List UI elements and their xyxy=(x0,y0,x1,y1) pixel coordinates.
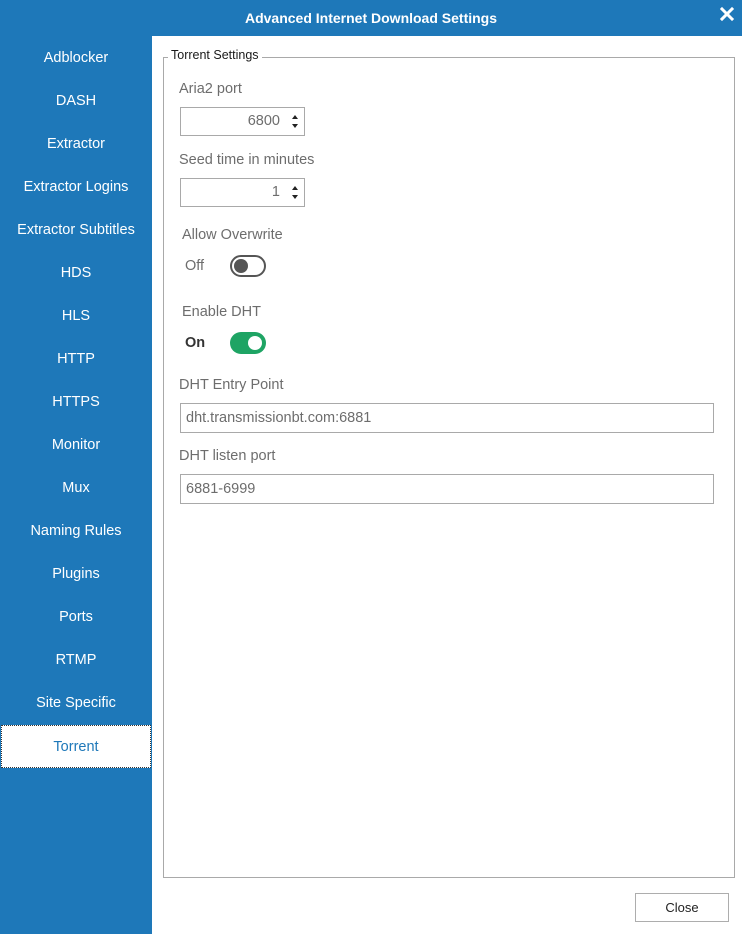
enable-dht-label: Enable DHT xyxy=(182,304,261,320)
allow-overwrite-state: Off xyxy=(185,258,205,274)
sidebar-item-ports[interactable]: Ports xyxy=(0,596,152,639)
spin-down-icon[interactable] xyxy=(292,124,298,128)
settings-window: Advanced Internet Download Settings Adbl… xyxy=(0,0,742,934)
spin-down-icon[interactable] xyxy=(292,195,298,199)
sidebar-item-monitor[interactable]: Monitor xyxy=(0,424,152,467)
toggle-knob xyxy=(248,336,262,350)
sidebar-item-http[interactable]: HTTP xyxy=(0,338,152,381)
sidebar-item-naming-rules[interactable]: Naming Rules xyxy=(0,510,152,553)
sidebar-item-mux[interactable]: Mux xyxy=(0,467,152,510)
dht-listen-port-label: DHT listen port xyxy=(179,448,276,464)
sidebar-item-plugins[interactable]: Plugins xyxy=(0,553,152,596)
sidebar-item-https[interactable]: HTTPS xyxy=(0,381,152,424)
dht-entry-point-field[interactable]: dht.transmissionbt.com:6881 xyxy=(180,403,714,433)
sidebar-item-extractor-logins[interactable]: Extractor Logins xyxy=(0,166,152,209)
settings-content: Torrent Settings Aria2 port 6800 Seed ti… xyxy=(152,36,742,934)
close-icon[interactable] xyxy=(720,7,734,21)
spin-up-icon[interactable] xyxy=(292,115,298,119)
sidebar-item-rtmp[interactable]: RTMP xyxy=(0,639,152,682)
window-title: Advanced Internet Download Settings xyxy=(244,10,498,26)
close-button[interactable]: Close xyxy=(635,893,729,922)
sidebar-item-extractor[interactable]: Extractor xyxy=(0,123,152,166)
enable-dht-toggle[interactable] xyxy=(230,332,266,354)
group-title: Torrent Settings xyxy=(168,48,262,62)
title-bar: Advanced Internet Download Settings xyxy=(0,0,742,36)
sidebar-item-torrent[interactable]: Torrent xyxy=(1,725,151,768)
seed-time-spinner[interactable]: 1 xyxy=(180,178,305,207)
dht-listen-port-field[interactable]: 6881-6999 xyxy=(180,474,714,504)
aria2-port-value: 6800 xyxy=(247,113,280,129)
sidebar-item-adblocker[interactable]: Adblocker xyxy=(0,37,152,80)
seed-time-label: Seed time in minutes xyxy=(179,152,315,168)
sidebar-item-extractor-subtitles[interactable]: Extractor Subtitles xyxy=(0,209,152,252)
toggle-knob xyxy=(234,259,248,273)
sidebar-item-site-specific[interactable]: Site Specific xyxy=(0,682,152,725)
spin-up-icon[interactable] xyxy=(292,186,298,190)
aria2-port-label: Aria2 port xyxy=(179,81,242,97)
sidebar: Adblocker DASH Extractor Extractor Login… xyxy=(0,36,152,934)
dht-entry-point-label: DHT Entry Point xyxy=(179,377,284,393)
enable-dht-state: On xyxy=(185,335,206,351)
seed-time-value: 1 xyxy=(271,184,280,200)
sidebar-item-hds[interactable]: HDS xyxy=(0,252,152,295)
sidebar-item-dash[interactable]: DASH xyxy=(0,80,152,123)
allow-overwrite-label: Allow Overwrite xyxy=(182,227,283,243)
allow-overwrite-toggle[interactable] xyxy=(230,255,266,277)
aria2-port-spinner[interactable]: 6800 xyxy=(180,107,305,136)
sidebar-item-hls[interactable]: HLS xyxy=(0,295,152,338)
